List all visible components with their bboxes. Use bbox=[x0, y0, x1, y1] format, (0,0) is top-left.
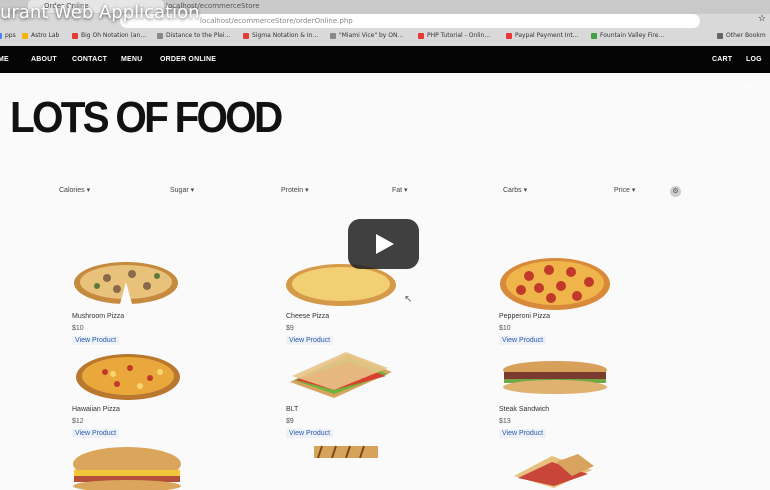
pepperoni-pizza-image[interactable] bbox=[499, 256, 611, 312]
nav-home[interactable]: ME bbox=[0, 46, 9, 73]
view-product-button[interactable]: View Product bbox=[286, 336, 334, 345]
product-price: $12 bbox=[72, 418, 84, 425]
page-icon bbox=[157, 32, 163, 39]
product-name: Hawaiian Pizza bbox=[72, 406, 120, 413]
page-icon bbox=[330, 32, 336, 39]
view-product-button[interactable]: View Product bbox=[499, 336, 547, 345]
product-name: Mushroom Pizza bbox=[72, 313, 125, 320]
view-product-button[interactable]: View Product bbox=[72, 336, 120, 345]
mushroom-pizza-image[interactable] bbox=[72, 258, 180, 306]
bookmark-php[interactable]: PHP Tutorial - Onlin... bbox=[418, 32, 490, 39]
bookmark-big-oh[interactable]: Big Oh Notation (an... bbox=[72, 32, 146, 39]
club-sandwich-image[interactable] bbox=[512, 454, 596, 490]
filter-protein[interactable]: Protein ▾ bbox=[281, 186, 309, 194]
product-price: $13 bbox=[499, 418, 511, 425]
product-price: $9 bbox=[286, 418, 294, 425]
nav-contact[interactable]: CONTACT bbox=[72, 46, 107, 73]
bookmark-apps[interactable]: pps bbox=[0, 32, 16, 39]
folder-icon bbox=[717, 32, 723, 39]
product-name: Cheese Pizza bbox=[286, 313, 330, 320]
nav-cart[interactable]: CART bbox=[712, 46, 732, 73]
filter-calories[interactable]: Calories ▾ bbox=[59, 186, 90, 194]
browser-chrome: Order Online localhost/ecommerceStore lo… bbox=[0, 0, 770, 46]
bookmarks-bar: pps Astro Lab Big Oh Notation (an... Dis… bbox=[0, 30, 770, 44]
filter-sugar[interactable]: Sugar ▾ bbox=[170, 186, 194, 194]
hawaiian-pizza-image[interactable] bbox=[75, 352, 181, 402]
bookmark-miami-vice[interactable]: "Miami Vice" by ON... bbox=[330, 32, 403, 39]
product-name: Pepperoni Pizza bbox=[499, 313, 550, 320]
product-price: $10 bbox=[499, 325, 511, 332]
youtube-icon bbox=[72, 32, 78, 39]
mouse-cursor-icon: ↖ bbox=[404, 294, 413, 305]
nav-menu[interactable]: MENU bbox=[121, 46, 142, 73]
steak-sandwich-image[interactable] bbox=[500, 360, 610, 396]
product-name: BLT bbox=[286, 406, 299, 413]
star-icon[interactable]: ☆ bbox=[758, 14, 766, 24]
gear-icon[interactable]: ⚙ bbox=[670, 186, 681, 197]
grilled-sandwich-image[interactable] bbox=[314, 444, 378, 458]
filter-price[interactable]: Price ▾ bbox=[614, 186, 635, 194]
bookmark-astro-lab[interactable]: Astro Lab bbox=[22, 32, 59, 39]
address-bar[interactable]: localhost/ecommerceStore/orderOnline.php bbox=[120, 14, 700, 28]
bookmark-distance[interactable]: Distance to the Plei... bbox=[157, 32, 230, 39]
product-price: $9 bbox=[286, 325, 294, 332]
page-title: LOTS OF FOOD bbox=[10, 93, 283, 142]
blt-image[interactable] bbox=[288, 350, 394, 400]
youtube-icon bbox=[418, 32, 424, 39]
bookmark-fountain-valley[interactable]: Fountain Valley Fire... bbox=[591, 32, 664, 39]
filter-fat[interactable]: Fat ▾ bbox=[392, 186, 408, 194]
apps-icon bbox=[0, 32, 2, 39]
view-product-button[interactable]: View Product bbox=[286, 429, 334, 438]
product-name: Steak Sandwich bbox=[499, 406, 550, 413]
nav-order-online[interactable]: ORDER ONLINE bbox=[160, 46, 216, 73]
view-product-button[interactable]: View Product bbox=[72, 429, 120, 438]
video-play-button[interactable] bbox=[348, 219, 419, 269]
play-icon bbox=[376, 234, 394, 254]
bookmark-sigma[interactable]: Sigma Notation & In... bbox=[243, 32, 318, 39]
youtube-icon bbox=[243, 32, 249, 39]
astro-icon bbox=[22, 32, 28, 39]
breakfast-sandwich-image[interactable] bbox=[72, 446, 182, 490]
video-title: urant Web Application bbox=[0, 2, 200, 23]
nav-about[interactable]: ABOUT bbox=[31, 46, 57, 73]
bookmark-other[interactable]: Other Bookm bbox=[717, 32, 766, 39]
bookmark-paypal[interactable]: Paypal Payment Int... bbox=[506, 32, 578, 39]
site-navbar: ME ABOUT CONTACT MENU ORDER ONLINE CART … bbox=[0, 46, 770, 90]
youtube-icon bbox=[506, 32, 512, 39]
product-price: $10 bbox=[72, 325, 84, 332]
view-product-button[interactable]: View Product bbox=[499, 429, 547, 438]
filter-carbs[interactable]: Carbs ▾ bbox=[503, 186, 527, 194]
nav-login[interactable]: LOG IN bbox=[746, 46, 770, 90]
leaf-icon bbox=[591, 32, 597, 39]
